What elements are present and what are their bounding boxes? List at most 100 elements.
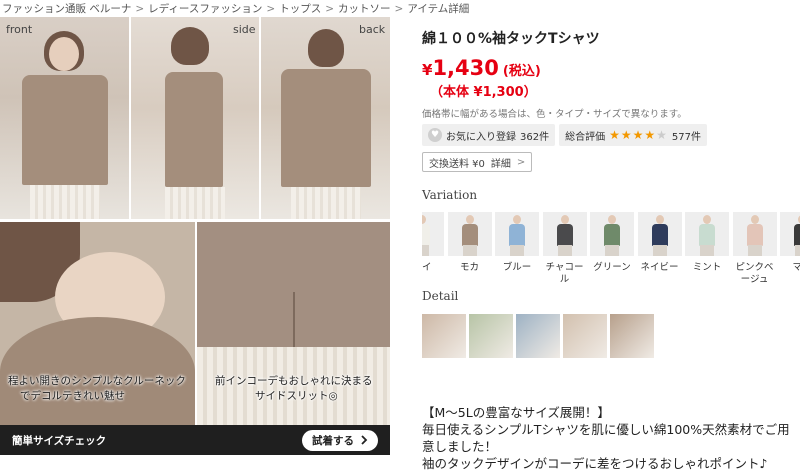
- model-hair: [308, 29, 344, 67]
- photo-front[interactable]: front: [0, 17, 129, 219]
- star-filled-icon: ★: [609, 128, 621, 142]
- variation-name: マス: [792, 262, 800, 273]
- breadcrumb: ファッション通販 ベルーナ > レディースファッション > トップス > カットソー > アイテ…: [2, 1, 469, 16]
- engagement-row: ♥ お気に入り登録 362件 総合評価 ★★★★★ 577件: [422, 124, 708, 146]
- photo-label-side: side: [233, 23, 256, 36]
- photo-side[interactable]: side: [131, 17, 259, 219]
- description-line2: 毎日使えるシンプルTシャツを肌に優しい綿100%天然素材でご用意しました！: [422, 422, 790, 454]
- variation-item[interactable]: ワイ: [422, 212, 444, 274]
- variation-swatch: [422, 224, 430, 246]
- variation-item[interactable]: ブルー: [495, 212, 539, 274]
- variation-swatch: [746, 224, 763, 246]
- star-filled-icon: ★: [632, 128, 645, 142]
- breadcrumb-tops[interactable]: トップス: [279, 3, 321, 15]
- model-face: [750, 215, 759, 224]
- variation-thumbnail: [685, 212, 729, 256]
- breadcrumb-cutsew[interactable]: カットソー: [338, 3, 391, 15]
- photo-side-slit[interactable]: 前インコーデもおしゃれに決まる サイドスリット◎: [197, 222, 390, 426]
- detail-thumbnail[interactable]: [563, 314, 607, 358]
- breadcrumb-sep: >: [266, 3, 276, 15]
- variation-name: チャコール: [545, 262, 584, 285]
- model-bottom: [652, 245, 667, 256]
- shipping-detail-button[interactable]: 交換送料 ¥0 詳細 >: [422, 152, 533, 172]
- photo-label-back: back: [359, 23, 386, 36]
- price-currency: ¥: [422, 61, 433, 79]
- model-hair: [171, 27, 209, 65]
- photo-neckline[interactable]: 程よい開きのシンプルなクルーネック でデコルテきれい魅せ: [0, 222, 195, 426]
- product-title: 綿１００%袖タックTシャツ: [422, 31, 600, 47]
- skirt: [291, 187, 361, 219]
- product-photo-gallery: front side back 程よい開きのシンプルなクルーネック でデコルテき…: [0, 17, 390, 474]
- variation-thumbnail: [422, 212, 444, 256]
- price-note: 価格帯に幅がある場合は、色・タイプ・サイズで異なります。: [422, 109, 687, 120]
- side-slit: [293, 292, 295, 347]
- size-check-bar: 簡単サイズチェック 試着する: [0, 425, 390, 455]
- description-line1: 【M～5Lの豊富なサイズ展開！】: [422, 405, 610, 420]
- variation-swatch: [509, 224, 525, 246]
- star-filled-icon: ★: [644, 128, 657, 142]
- model-face: [703, 215, 711, 224]
- variation-name: グリーン: [593, 262, 631, 273]
- rating-summary[interactable]: 総合評価 ★★★★★ 577件: [559, 124, 708, 146]
- breadcrumb-sep: >: [394, 3, 404, 15]
- detail-heading: Detail: [422, 289, 459, 303]
- variation-swatch: [461, 224, 478, 246]
- variation-item[interactable]: マス: [780, 212, 800, 274]
- rating-label: 総合評価: [565, 131, 606, 143]
- slit-caption-line1: 前インコーデもおしゃれに決まる: [215, 375, 373, 387]
- favorite-count: 362件: [520, 131, 550, 143]
- product-description: 【M～5Lの豊富なサイズ展開！】 毎日使えるシンプルTシャツを肌に優しい綿100…: [422, 404, 800, 472]
- detail-thumbnails: [422, 314, 654, 358]
- chevron-right-icon: >: [516, 156, 526, 168]
- variation-thumbnail: [447, 212, 492, 256]
- product-info: 綿１００%袖タックTシャツ ¥1,430 (税込) （本体 ¥1,300） 価格帯…: [422, 0, 800, 474]
- detail-thumbnail[interactable]: [422, 314, 466, 358]
- breadcrumb-ladies[interactable]: レディースファッション: [148, 3, 262, 15]
- model-bottom: [557, 245, 572, 256]
- star-filled-icon: ★: [620, 128, 633, 142]
- variation-item[interactable]: グリーン: [590, 212, 634, 274]
- variation-thumbnail: [495, 212, 539, 256]
- variation-name: モカ: [459, 262, 479, 273]
- variation-name: ミント: [692, 262, 722, 273]
- variation-name: ブルー: [502, 262, 532, 273]
- variation-thumbnail: [780, 212, 800, 256]
- model-face: [422, 215, 426, 224]
- model-face: [608, 215, 616, 224]
- model-bottom: [795, 245, 800, 256]
- variation-swatch: [556, 224, 573, 246]
- variation-item[interactable]: ミント: [685, 212, 729, 274]
- try-on-button[interactable]: 試着する: [302, 429, 378, 451]
- rating-stars: ★★★★★: [609, 128, 668, 142]
- model-face: [560, 215, 569, 224]
- detail-thumbnail[interactable]: [516, 314, 560, 358]
- neckline-caption-line1: 程よい開きのシンプルなクルーネック: [8, 375, 186, 387]
- detail-thumbnail[interactable]: [469, 314, 513, 358]
- model-face: [513, 215, 521, 224]
- variation-thumbnail: [732, 212, 777, 256]
- variation-item[interactable]: モカ: [447, 212, 492, 274]
- variation-item[interactable]: ピンクベージュ: [732, 212, 777, 286]
- skirt: [30, 185, 100, 219]
- breadcrumb-home[interactable]: ファッション通販 ベルーナ: [2, 3, 131, 15]
- variation-swatch: [699, 224, 715, 246]
- model-face: [655, 215, 664, 224]
- description-line3: 袖のタックデザインがコーデに差をつけるおしゃれポイント♪: [422, 456, 768, 471]
- model-bottom: [422, 245, 429, 256]
- detail-thumbnail[interactable]: [610, 314, 654, 358]
- variation-swatch: [794, 224, 800, 246]
- price: ¥1,430 (税込): [422, 56, 541, 80]
- variation-thumbnail: [590, 212, 634, 256]
- star-empty-icon: ★: [656, 128, 668, 142]
- photo-label-front: front: [6, 23, 33, 36]
- shirt-side: [165, 72, 223, 187]
- variation-item[interactable]: チャコール: [542, 212, 587, 286]
- variation-swatch: [604, 224, 620, 246]
- favorite-button[interactable]: ♥ お気に入り登録 362件: [422, 124, 556, 146]
- breadcrumb-sep: >: [325, 3, 335, 15]
- breadcrumb-sep: >: [135, 3, 145, 15]
- slit-caption: 前インコーデもおしゃれに決まる サイドスリット◎: [215, 374, 373, 404]
- neckline-caption: 程よい開きのシンプルなクルーネック でデコルテきれい魅せ: [8, 374, 186, 404]
- variation-item[interactable]: ネイビー: [637, 212, 682, 274]
- photo-back[interactable]: back: [261, 17, 390, 219]
